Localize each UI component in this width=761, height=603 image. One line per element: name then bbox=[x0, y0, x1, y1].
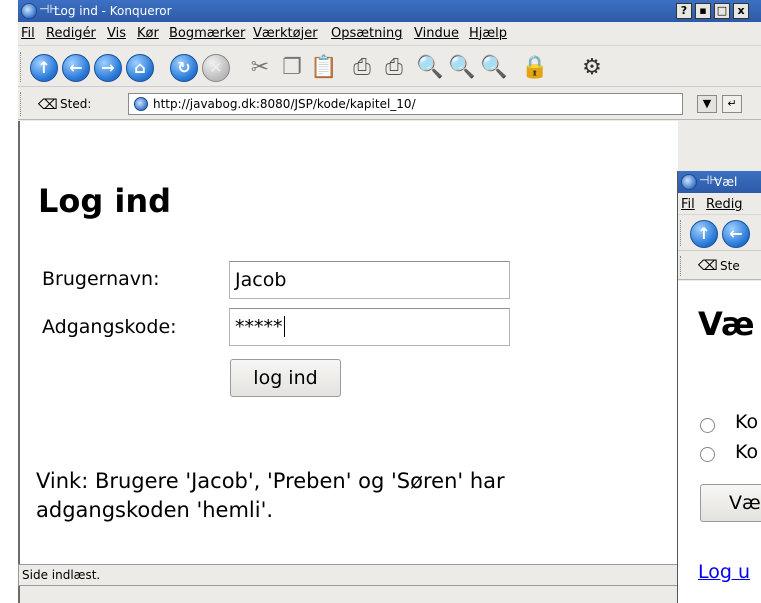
zoom-out-icon[interactable]: 🔍 bbox=[480, 54, 508, 82]
toolbar-grip-2[interactable] bbox=[680, 220, 684, 246]
option-label-2: Ko bbox=[735, 441, 759, 463]
location-grip[interactable] bbox=[20, 92, 24, 116]
favicon-icon bbox=[134, 97, 148, 111]
location-label-2: Ste bbox=[720, 259, 740, 273]
url-text: http://javabog.dk:8080/JSP/kode/kapitel_… bbox=[153, 97, 416, 111]
paste-icon[interactable]: 📋 bbox=[310, 54, 338, 82]
menu-kor[interactable]: Kør bbox=[137, 26, 159, 41]
gear-icon[interactable]: ⚙ bbox=[578, 54, 606, 82]
zoom-in-icon[interactable]: 🔍 bbox=[416, 54, 444, 82]
menu-opsaetning[interactable]: Opsætning bbox=[331, 26, 402, 41]
location-bar-2: ⌫ Ste bbox=[678, 252, 761, 280]
help-button[interactable]: ? bbox=[676, 3, 692, 19]
konqueror-app-icon[interactable] bbox=[21, 3, 37, 19]
password-field[interactable]: ***** bbox=[229, 308, 510, 346]
clear-location-icon-2[interactable]: ⌫ bbox=[698, 258, 718, 274]
location-grip-2[interactable] bbox=[680, 256, 684, 276]
window-title-2: Væl bbox=[714, 175, 738, 189]
chevron-down-icon[interactable]: ▼ bbox=[697, 95, 717, 113]
title-bar-2[interactable]: ⊣⊢ Væl bbox=[678, 171, 761, 193]
clear-location-icon[interactable]: ⌫ bbox=[38, 97, 58, 113]
cut-icon[interactable]: ✂ bbox=[246, 54, 274, 82]
go-icon[interactable]: ↵ bbox=[722, 95, 742, 113]
password-label: Adgangskode: bbox=[42, 316, 177, 338]
lock-icon[interactable]: 🔒 bbox=[521, 54, 549, 82]
reload-icon[interactable]: ↻ bbox=[170, 54, 198, 82]
username-field[interactable]: Jacob bbox=[229, 261, 510, 299]
print-icon[interactable]: ⎙ bbox=[348, 54, 376, 82]
menu-vaerktojer[interactable]: Værktøjer bbox=[253, 26, 318, 41]
status-bar: Side indlæst. bbox=[18, 564, 678, 586]
window-title: Log ind - Konqueror bbox=[54, 4, 172, 18]
page-content-2: Væ Ko Ko Væ Log u bbox=[678, 281, 761, 603]
close-button[interactable]: x bbox=[733, 3, 749, 19]
menu-bogmaerker[interactable]: Bogmærker bbox=[169, 26, 245, 41]
username-value: Jacob bbox=[235, 269, 287, 291]
login-button[interactable]: log ind bbox=[230, 359, 341, 397]
main-toolbar: ↑ ← → ⌂ ↻ ✕ ✂ ❐ 📋 ⎙ ⎙ 🔍 🔍 🔍 🔒 ⚙ bbox=[18, 47, 761, 87]
password-value: ***** bbox=[235, 316, 283, 338]
option-label-1: Ko bbox=[735, 411, 759, 433]
home-icon[interactable]: ⌂ bbox=[126, 54, 154, 82]
back-icon[interactable]: ← bbox=[62, 54, 90, 82]
menu-rediger-2[interactable]: Redig bbox=[706, 197, 743, 212]
choose-button[interactable]: Væ bbox=[700, 484, 761, 522]
bottom-strip bbox=[18, 586, 678, 603]
title-bar[interactable]: ⊣⊢ Log ind - Konqueror ? ▪ □ x bbox=[18, 0, 761, 22]
option-radio-1[interactable] bbox=[700, 418, 715, 433]
page-title-2: Væ bbox=[698, 305, 755, 343]
menu-bar-2: Fil Redig bbox=[678, 193, 761, 215]
menu-vindue[interactable]: Vindue bbox=[414, 26, 459, 41]
konqueror-app-icon-2[interactable] bbox=[681, 174, 697, 190]
copy-icon[interactable]: ❐ bbox=[278, 54, 306, 82]
toolbar-2: ↑ ← bbox=[678, 215, 761, 251]
username-label: Brugernavn: bbox=[42, 268, 160, 290]
back-icon-2[interactable]: ← bbox=[722, 220, 750, 248]
url-input[interactable]: http://javabog.dk:8080/JSP/kode/kapitel_… bbox=[128, 93, 683, 115]
toolbar-grip[interactable] bbox=[20, 52, 24, 82]
second-konqueror-window: ⊣⊢ Væl Fil Redig ↑ ← ⌫ Ste Væ Ko Ko Væ L… bbox=[677, 171, 761, 603]
location-label: Sted: bbox=[60, 97, 92, 111]
menu-vis[interactable]: Vis bbox=[107, 26, 126, 41]
zoom-in-alt-icon[interactable]: 🔍 bbox=[448, 54, 476, 82]
status-text: Side indlæst. bbox=[22, 568, 101, 582]
page-title: Log ind bbox=[38, 182, 172, 220]
text-cursor bbox=[283, 316, 285, 337]
menu-fil[interactable]: Fil bbox=[21, 26, 35, 41]
option-radio-2[interactable] bbox=[700, 447, 715, 462]
minimize-button[interactable]: ▪ bbox=[695, 3, 711, 19]
logout-link[interactable]: Log u bbox=[698, 561, 750, 583]
konqueror-window: ⊣⊢ Log ind - Konqueror ? ▪ □ x Fil Redig… bbox=[18, 0, 761, 603]
location-bar: ⌫ Sted: http://javabog.dk:8080/JSP/kode/… bbox=[18, 88, 761, 120]
forward-icon[interactable]: → bbox=[94, 54, 122, 82]
print-frame-icon[interactable]: ⎙ bbox=[380, 54, 408, 82]
menu-bar: Fil Redigér Vis Kør Bogmærker Værktøjer … bbox=[18, 22, 761, 46]
stop-icon[interactable]: ✕ bbox=[202, 54, 230, 82]
up-icon[interactable]: ↑ bbox=[30, 54, 58, 82]
hint-text: Vink: Brugere 'Jacob', 'Preben' og 'Søre… bbox=[36, 469, 505, 522]
menu-rediger[interactable]: Redigér bbox=[46, 26, 96, 41]
up-icon-2[interactable]: ↑ bbox=[690, 220, 718, 248]
maximize-button[interactable]: □ bbox=[714, 3, 730, 19]
menu-fil-2[interactable]: Fil bbox=[681, 197, 695, 212]
menu-hjaelp[interactable]: Hjælp bbox=[469, 26, 507, 41]
